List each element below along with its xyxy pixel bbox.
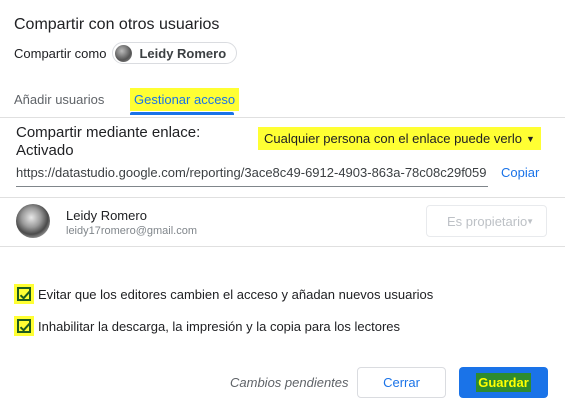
divider bbox=[0, 197, 565, 198]
link-sharing-label: Compartir mediante enlace: Activado bbox=[16, 124, 201, 159]
active-tab-indicator bbox=[130, 112, 234, 115]
tab-add-users[interactable]: Añadir usuarios bbox=[14, 92, 104, 107]
tabs-divider bbox=[0, 117, 565, 118]
option-prevent-editors[interactable]: Evitar que los editores cambien el acces… bbox=[14, 284, 433, 304]
pending-changes-status: Cambios pendientes bbox=[230, 375, 349, 390]
tab-manage-access[interactable]: Gestionar acceso bbox=[130, 88, 240, 111]
copy-link-button[interactable]: Copiar bbox=[501, 165, 539, 180]
chevron-down-icon: ▼ bbox=[526, 217, 534, 226]
checkbox-highlight bbox=[14, 316, 34, 336]
link-mode-dropdown[interactable]: Cualquier persona con el enlace puede ve… bbox=[258, 127, 541, 150]
checkbox-icon[interactable] bbox=[17, 319, 31, 333]
user-email: leidy17romero@gmail.com bbox=[66, 225, 197, 237]
option-label: Inhabilitar la descarga, la impresión y … bbox=[38, 318, 401, 334]
role-dropdown: Es propietario ▼ bbox=[426, 205, 547, 237]
save-button-label: Guardar bbox=[476, 373, 531, 392]
dialog-title: Compartir con otros usuarios bbox=[14, 16, 220, 33]
owner-avatar bbox=[115, 44, 133, 62]
owner-chip[interactable]: Leidy Romero bbox=[112, 42, 238, 64]
user-name: Leidy Romero bbox=[66, 208, 147, 223]
link-mode-value: Cualquier persona con el enlace puede ve… bbox=[264, 131, 523, 146]
checkbox-highlight bbox=[14, 284, 34, 304]
checkbox-icon[interactable] bbox=[17, 287, 31, 301]
share-url-field[interactable]: https://datastudio.google.com/reporting/… bbox=[16, 165, 488, 187]
chevron-down-icon: ▼ bbox=[526, 133, 535, 144]
share-as-label: Compartir como bbox=[14, 45, 107, 61]
option-disable-download[interactable]: Inhabilitar la descarga, la impresión y … bbox=[14, 316, 400, 336]
avatar bbox=[16, 204, 50, 238]
tab-bar: Añadir usuarios Gestionar acceso bbox=[0, 84, 565, 116]
owner-chip-name: Leidy Romero bbox=[139, 45, 227, 61]
role-value: Es propietario bbox=[447, 213, 528, 229]
share-as-row: Compartir como Leidy Romero bbox=[14, 42, 238, 64]
close-button[interactable]: Cerrar bbox=[357, 367, 446, 398]
option-label: Evitar que los editores cambien el acces… bbox=[38, 286, 434, 302]
divider bbox=[0, 246, 565, 247]
save-button[interactable]: Guardar bbox=[459, 367, 548, 398]
